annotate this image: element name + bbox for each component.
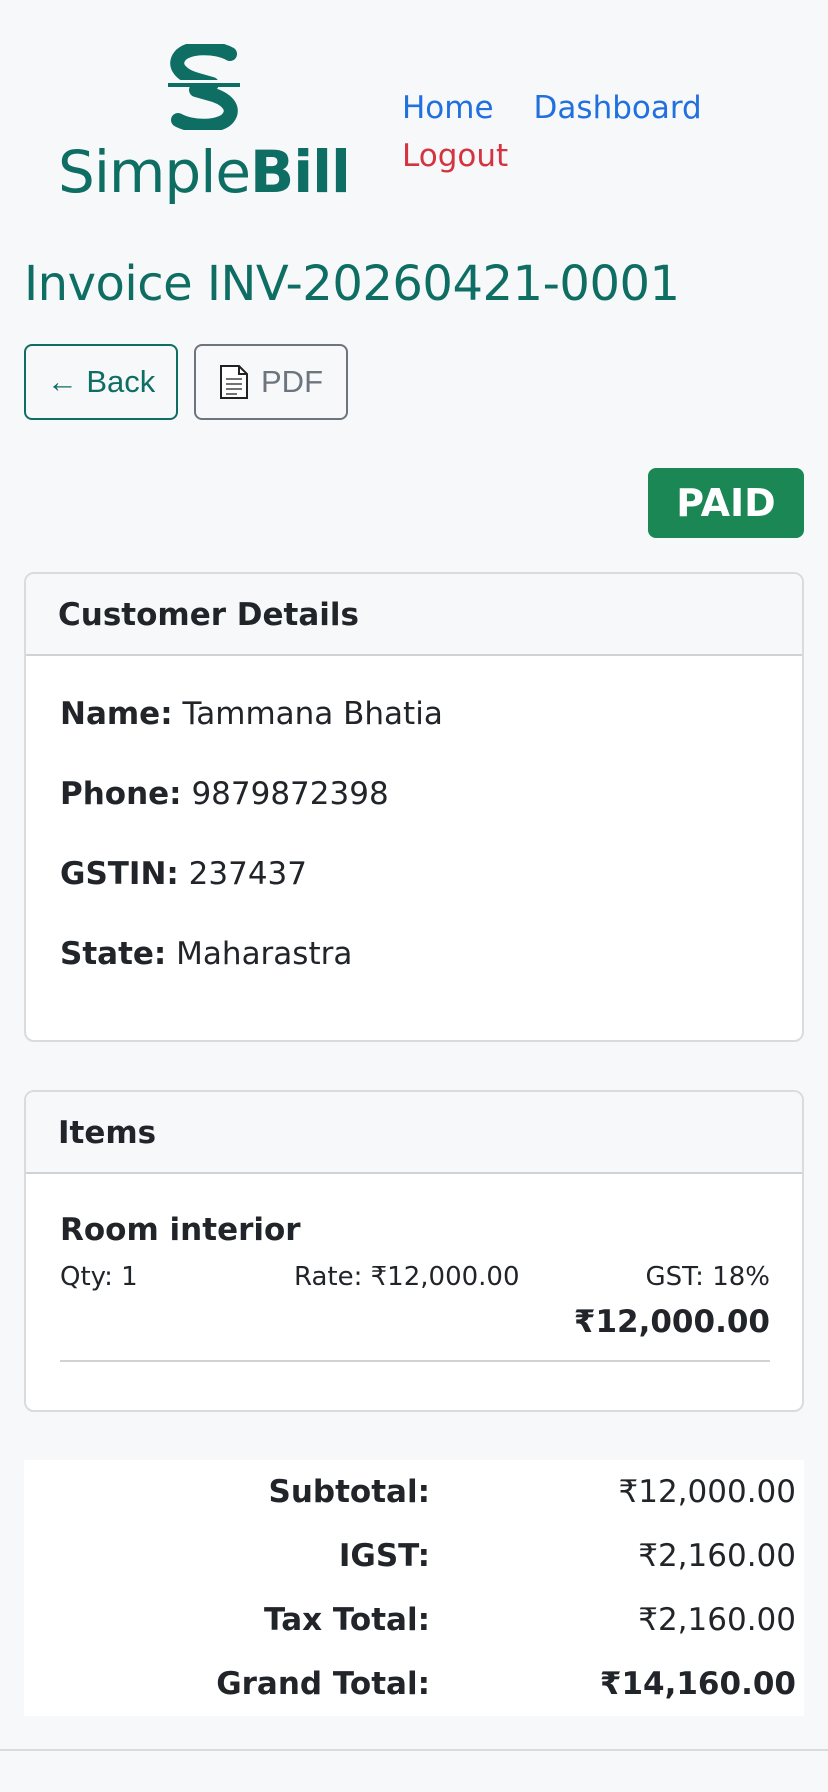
status-badge: PAID [648,468,804,538]
logo-wordmark: SimpleBill [58,138,351,206]
item-name: Room interior [60,1212,301,1248]
nav-logout-link[interactable]: Logout [402,134,722,178]
subtotal-label: Subtotal: [268,1474,430,1510]
customer-gstin-label: GSTIN: [60,856,179,892]
tax-total-row: Tax Total: ₹2,160.00 [24,1588,804,1652]
totals-table: Subtotal: ₹12,000.00 IGST: ₹2,160.00 Tax… [24,1460,804,1716]
tax-total-label: Tax Total: [264,1602,430,1638]
logo-s-icon [168,44,240,130]
igst-row: IGST: ₹2,160.00 [24,1524,804,1588]
customer-state-label: State: [60,936,167,972]
nav-home-link[interactable]: Home [402,86,494,130]
customer-gstin-value: 237437 [188,856,307,892]
item-amount: ₹12,000.00 [573,1304,770,1340]
item-qty: Qty: 1 [60,1262,138,1292]
customer-details-card: Customer Details Name: Tammana Bhatia Ph… [24,572,804,1042]
grand-total-label: Grand Total: [216,1666,430,1702]
item-gst: GST: 18% [645,1262,771,1292]
igst-value: ₹2,160.00 [638,1538,796,1574]
customer-gstin: GSTIN: 237437 [60,852,307,896]
customer-phone: Phone: 9879872398 [60,772,389,816]
item-rate: Rate: ₹12,000.00 [294,1262,520,1292]
item-divider [60,1360,770,1362]
customer-name: Name: Tammana Bhatia [60,692,443,736]
subtotal-row: Subtotal: ₹12,000.00 [24,1460,804,1524]
items-header: Items [26,1092,802,1174]
simplebill-logo[interactable]: SimpleBill [58,44,368,212]
back-button[interactable]: ← Back [24,344,178,420]
app-header: SimpleBill Home Dashboard Logout [0,0,828,220]
grand-total-row: Grand Total: ₹14,160.00 [24,1652,804,1716]
page-title: Invoice INV-20260421-0001 [24,256,680,312]
pdf-button[interactable]: PDF [194,344,348,420]
grand-total-value: ₹14,160.00 [599,1666,796,1702]
customer-state: State: Maharastra [60,932,352,976]
customer-state-value: Maharastra [176,936,353,972]
subtotal-value: ₹12,000.00 [618,1474,797,1510]
customer-phone-value: 9879872398 [191,776,389,812]
footer-divider [0,1749,828,1751]
items-card: Items Room interior Qty: 1 Rate: ₹12,000… [24,1090,804,1412]
customer-name-label: Name: [60,696,173,732]
document-icon [220,365,248,399]
igst-label: IGST: [338,1538,430,1574]
nav-dashboard-link[interactable]: Dashboard [534,86,702,130]
pdf-button-label: PDF [261,364,323,399]
customer-details-header: Customer Details [26,574,802,656]
customer-phone-label: Phone: [60,776,182,812]
customer-name-value: Tammana Bhatia [182,696,443,732]
tax-total-value: ₹2,160.00 [638,1602,796,1638]
main-nav: Home Dashboard Logout [402,86,762,178]
